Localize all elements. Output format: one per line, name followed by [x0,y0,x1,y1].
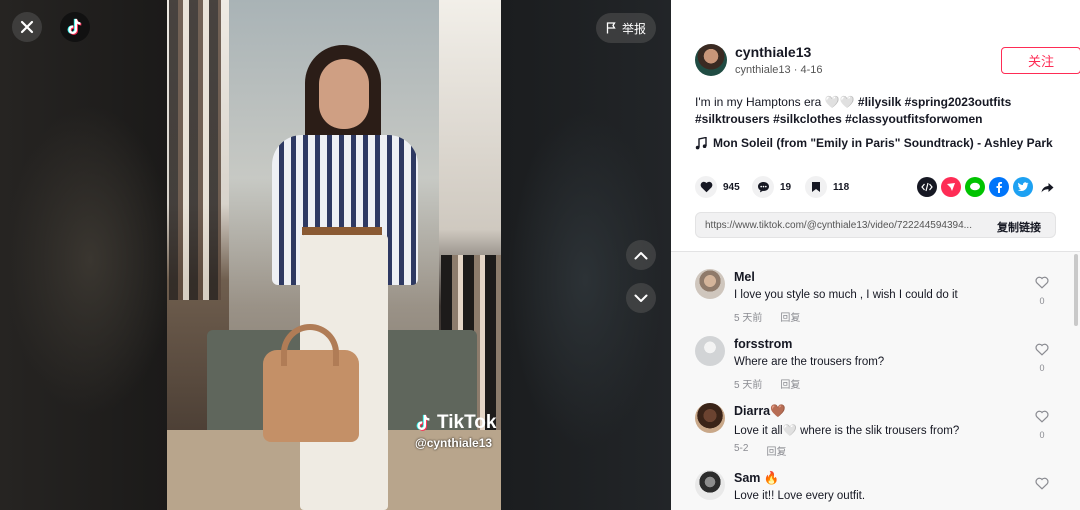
twitter-icon[interactable] [1013,177,1033,197]
heart-outline-icon [1035,477,1049,490]
report-button[interactable]: 举报 [596,13,656,43]
comment-item: Diarra🤎 Love it all🤍 where is the slik t… [695,403,1065,463]
save-button[interactable]: 118 [805,176,849,198]
author-row: cynthiale13 cynthiale13 · 4-16 关注 [695,44,1080,78]
watermark-brand: TikTok [437,412,497,433]
comment-item: Sam 🔥 Love it!! Love every outfit. [695,470,1065,510]
heart-outline-icon [1035,410,1049,423]
comment-text: Love it!! Love every outfit. [734,490,866,502]
commenter-avatar[interactable] [695,470,725,500]
like-button[interactable]: 945 [695,176,740,198]
action-bar: 945 19 118 [695,176,1065,198]
hashtag[interactable]: #silktrousers [695,112,770,126]
hashtag[interactable]: #spring2023outfits [905,95,1012,109]
share-icons [917,177,1057,197]
video-description: I'm in my Hamptons era 🤍🤍 #lilysilk #spr… [695,94,1065,128]
commenter-name[interactable]: Mel [734,270,755,284]
heart-outline-icon [1035,276,1049,289]
video-watermark: TikTok @cynthiale13 [415,412,496,450]
follow-button[interactable]: 关注 [1001,47,1080,74]
reply-button[interactable]: 回复 [766,443,786,458]
commenter-avatar[interactable] [695,336,725,366]
comment-text: I love you style so much , I wish I coul… [734,289,958,301]
comment-time: 5 天前 [734,313,763,324]
comment-text: Love it all🤍 where is the slik trousers … [734,425,960,437]
comment-like-count: 0 [1039,430,1045,440]
post-date: 4-16 [800,64,823,76]
comment-meta: 5-2 回复 [734,443,786,458]
tiktok-friends-icon[interactable] [941,177,961,197]
heart-outline-icon [1035,343,1049,356]
comment-item: Mel I love you style so much , I wish I … [695,269,1065,329]
author-meta: cynthiale13 · 4-16 [735,64,822,76]
commenter-name[interactable]: Sam 🔥 [734,471,779,486]
comment-button[interactable]: 19 [752,176,791,198]
comment-like-button[interactable]: 0 [1034,343,1050,373]
comment-time: 5-2 [734,443,749,454]
commenter-avatar[interactable] [695,403,725,433]
share-link-box: https://www.tiktok.com/@cynthiale13/vide… [695,212,1056,238]
heart-icon [700,181,712,193]
flag-icon [606,22,616,34]
video-area: TikTok @cynthiale13 举报 [0,0,671,510]
tiktok-logo[interactable] [60,12,90,42]
comment-count: 19 [780,181,792,193]
reply-button[interactable]: 回复 [780,376,800,391]
commenter-name[interactable]: Diarra🤎 [734,404,786,419]
report-label: 举报 [621,21,646,36]
reply-button[interactable]: 回复 [780,309,800,324]
comment-text: Where are the trousers from? [734,356,885,368]
chevron-up-icon [634,251,648,259]
line-icon[interactable] [965,177,985,197]
close-button[interactable] [12,12,42,42]
comment-time: 5 天前 [734,380,763,391]
next-video-button[interactable] [626,283,656,313]
embed-icon[interactable] [917,177,937,197]
share-link-url[interactable]: https://www.tiktok.com/@cynthiale13/vide… [705,220,987,231]
music-row[interactable]: Mon Soleil (from "Emily in Paris" Soundt… [695,136,1053,150]
person-image [263,45,427,510]
comment-item: forsstrom Where are the trousers from? 5… [695,336,1065,396]
author-handle: cynthiale13 [735,64,791,76]
comment-meta: 5 天前 回复 [734,309,800,324]
comment-like-button[interactable] [1034,477,1050,495]
bookmark-icon [812,182,820,192]
author-username[interactable]: cynthiale13 [735,44,811,60]
facebook-icon[interactable] [989,177,1009,197]
commenter-avatar[interactable] [695,269,725,299]
video-info-panel: cynthiale13 cynthiale13 · 4-16 关注 I'm in… [671,0,1080,510]
comment-meta: 5 天前 回复 [734,376,800,391]
video-player[interactable]: TikTok @cynthiale13 [167,0,501,510]
comment-like-button[interactable]: 0 [1034,276,1050,306]
like-count: 945 [723,181,740,193]
comment-like-button[interactable]: 0 [1034,410,1050,440]
description-text: I'm in my Hamptons era 🤍🤍 [695,95,858,109]
tiktok-note-icon [416,414,430,431]
save-count: 118 [833,181,850,193]
copy-link-button[interactable]: 复制链接 [997,219,1041,235]
author-avatar[interactable] [695,44,727,76]
previous-video-button[interactable] [626,240,656,270]
share-arrow-icon[interactable] [1037,177,1057,197]
close-icon [20,20,34,34]
chevron-down-icon [634,294,648,302]
comment-like-count: 0 [1039,296,1045,306]
commenter-name[interactable]: forsstrom [734,337,792,351]
comment-like-count: 0 [1039,363,1045,373]
music-title: Mon Soleil (from "Emily in Paris" Soundt… [713,136,1053,150]
comment-list[interactable]: Mel I love you style so much , I wish I … [671,252,1080,510]
hashtag[interactable]: #lilysilk [858,95,901,109]
hashtag[interactable]: #classyoutfitsforwomen [845,112,982,126]
comment-scrollbar[interactable] [1074,252,1078,510]
music-note-icon [695,136,707,149]
comment-icon [757,182,769,193]
watermark-username: @cynthiale13 [415,436,493,450]
tiktok-logo-icon [67,18,82,35]
hashtag[interactable]: #silkclothes [773,112,842,126]
